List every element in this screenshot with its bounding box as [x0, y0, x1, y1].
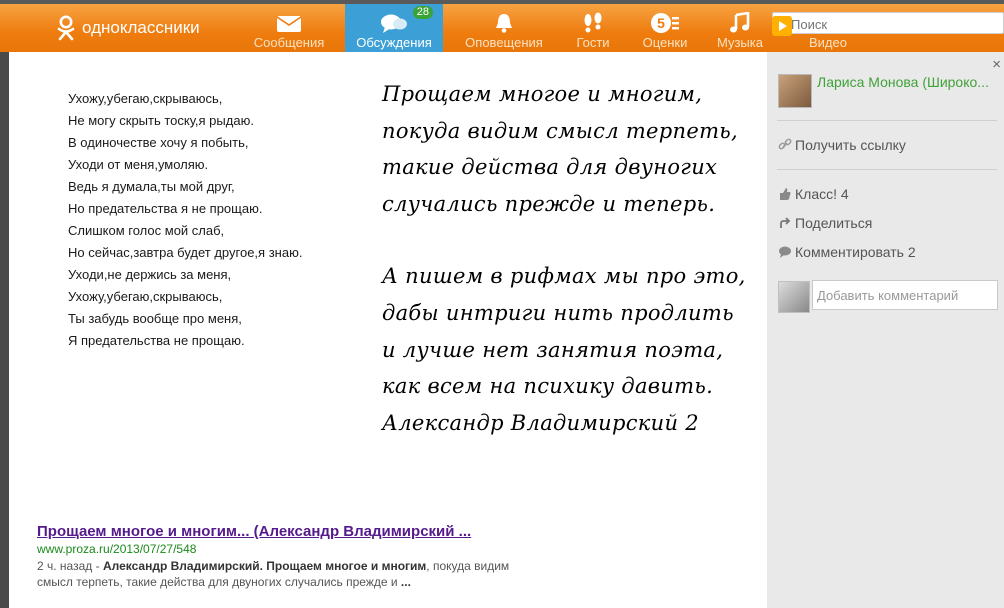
search-result-url: www.proza.ru/2013/07/27/548 — [37, 542, 197, 556]
share-arrow-icon — [780, 217, 791, 228]
poem-line: Ты забудь вообще про меня, — [68, 311, 242, 326]
nav-label: Видео — [809, 35, 847, 50]
like-button[interactable]: Класс! 4 — [778, 186, 849, 202]
share-label: Поделиться — [795, 215, 873, 231]
speech-bubble-icon — [779, 246, 791, 258]
close-button[interactable]: × — [992, 56, 1001, 73]
stanza-gap — [382, 222, 746, 258]
notification-badge: 28 — [412, 6, 433, 19]
search-play-button[interactable] — [772, 16, 792, 36]
get-link-label: Получить ссылку — [795, 137, 906, 153]
poem-line: Ведь я думала,ты мой друг, — [68, 179, 235, 194]
snippet-time: 2 ч. назад - — [37, 559, 103, 573]
poem-line: такие действа для двуногих — [382, 155, 718, 180]
search-result-snippet: Прощаем многое и многим... (Александр Вл… — [37, 522, 537, 590]
poem-line: Ухожу,убегаю,скрываюсь, — [68, 91, 223, 106]
nav-label: Оценки — [642, 35, 688, 50]
poem-line: Слишком голос мой слаб, — [68, 223, 225, 238]
poem-line: В одиночестве хочу я побыть, — [68, 135, 249, 150]
poem-line: дабы интриги нить продлить — [382, 300, 734, 325]
poem-line: покуда видим смысл терпеть, — [382, 118, 739, 143]
comment-label: Комментировать 2 — [795, 244, 916, 260]
chat-bubbles-icon — [381, 14, 407, 33]
poem-right: Прощаем многое и многим, покуда видим см… — [382, 76, 746, 441]
snippet-bold: Прощаем многое и многим — [266, 559, 427, 573]
share-button[interactable]: Поделиться — [778, 215, 872, 231]
poem-line: Но предательства я не прощаю. — [68, 201, 263, 216]
poem-line: Не могу скрыть тоску,я рыдаю. — [68, 113, 254, 128]
nav-music[interactable]: Музыка — [710, 4, 770, 52]
search-result-title-link[interactable]: Прощаем многое и многим... (Александр Вл… — [37, 522, 537, 541]
nav-label: Оповещения — [465, 35, 543, 50]
poem-line: и лучше нет занятия поэта, — [382, 337, 724, 362]
logo[interactable]: одноклассники — [56, 14, 200, 42]
my-avatar — [778, 281, 810, 313]
thumbs-up-icon — [780, 188, 791, 200]
search-result-description: 2 ч. назад - Александр Владимирский. Про… — [37, 558, 537, 590]
rating-5-icon: 5 — [651, 13, 679, 33]
left-shadow-strip — [0, 52, 9, 608]
avatar[interactable] — [778, 74, 812, 108]
nav-label: Сообщения — [253, 35, 325, 50]
snippet-ellipsis: ... — [400, 575, 411, 589]
footprints-icon — [584, 12, 602, 33]
poem-line: Ухожу,убегаю,скрываюсь, — [68, 289, 223, 304]
link-icon — [778, 138, 792, 150]
divider — [777, 169, 997, 170]
snippet-bold: Александр Владимирский — [102, 559, 260, 573]
poem-line: Прощаем многое и многим, — [382, 82, 703, 106]
like-label: Класс! 4 — [795, 186, 849, 202]
poem-line: Уходи от меня,умоляю. — [68, 157, 209, 172]
play-icon — [779, 21, 787, 31]
envelope-icon — [276, 16, 302, 32]
poem-line: А пишем в рифмах мы про это, — [382, 264, 746, 289]
poem-line: Но сейчас,завтра будет другое,я знаю. — [68, 245, 303, 260]
nav-notifications[interactable]: Оповещения — [458, 4, 550, 52]
user-name-link[interactable]: Лариса Монова (Широко... — [817, 74, 997, 90]
poem-left: Ухожу,убегаю,скрываюсь, Не могу скрыть т… — [68, 88, 302, 352]
logo-text: одноклассники — [82, 18, 200, 37]
photo-sidebar: × Лариса Монова (Широко... Получить ссыл… — [767, 52, 1004, 608]
nav-discussions[interactable]: 28 Обсуждения — [345, 4, 443, 52]
poem-line: Уходи,не держись за меня, — [68, 267, 232, 282]
search-input[interactable] — [772, 12, 1004, 34]
nav-label: Музыка — [717, 35, 763, 50]
nav-messages[interactable]: Сообщения — [248, 4, 330, 52]
nav-ratings[interactable]: 5 Оценки — [634, 4, 696, 52]
svg-text:5: 5 — [657, 15, 665, 31]
poem-line: Александр Владимирский 2 — [382, 410, 699, 435]
divider — [777, 120, 997, 121]
poem-line: Я предательства не прощаю. — [68, 333, 245, 348]
odnoklassniki-logo-icon — [57, 15, 75, 41]
poem-line: как всем на психику давить. — [382, 374, 714, 399]
poem-line: случались прежде и теперь. — [382, 191, 716, 216]
comment-button[interactable]: Комментировать 2 — [778, 244, 916, 260]
nav-label: Гости — [576, 35, 610, 50]
music-note-icon — [730, 12, 750, 33]
comment-input[interactable] — [812, 280, 998, 310]
bell-icon — [496, 14, 512, 33]
nav-guests[interactable]: Гости — [566, 4, 620, 52]
nav-label: Обсуждения — [356, 35, 432, 50]
get-link-button[interactable]: Получить ссылку — [778, 137, 906, 153]
